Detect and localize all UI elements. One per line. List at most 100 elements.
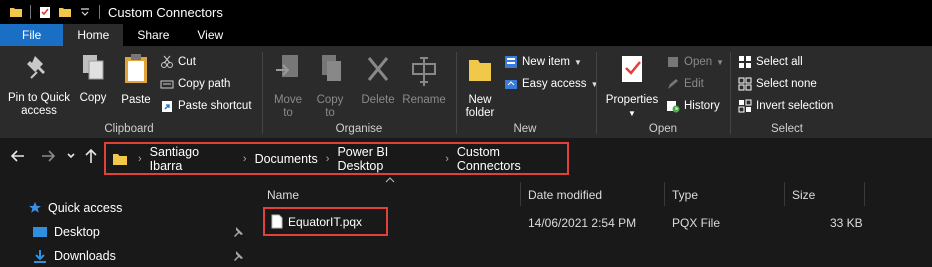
open-button[interactable]: Open ▼ bbox=[666, 52, 724, 72]
select-group-label: Select bbox=[771, 123, 803, 135]
file-size: 33 KB bbox=[830, 216, 863, 230]
customize-toolbar-icon[interactable] bbox=[75, 2, 95, 22]
divider bbox=[730, 52, 731, 134]
nav-item-quick-access[interactable]: Quick access bbox=[28, 198, 122, 218]
edit-label: Edit bbox=[684, 78, 704, 90]
file-icon bbox=[271, 214, 283, 229]
divider bbox=[99, 5, 100, 19]
file-name[interactable]: EquatorIT.pqx bbox=[288, 215, 362, 229]
new-group: New folder New item ▼ Easy access ▼ New bbox=[458, 46, 598, 138]
delete-icon bbox=[358, 52, 398, 90]
quick-access-toolbar bbox=[0, 0, 104, 24]
delete-button[interactable]: Delete bbox=[358, 52, 398, 107]
nav-item-label: Downloads bbox=[54, 249, 116, 263]
tab-share[interactable]: Share bbox=[123, 24, 183, 46]
column-header-date-modified[interactable]: Date modified bbox=[528, 188, 602, 202]
copy-label: Copy bbox=[79, 92, 107, 104]
edit-icon bbox=[666, 77, 680, 91]
edit-button[interactable]: Edit bbox=[666, 74, 704, 94]
download-icon bbox=[32, 249, 48, 263]
breadcrumb-item[interactable]: Santiago Ibarra bbox=[150, 145, 235, 173]
copy-to-button[interactable]: Copy to bbox=[312, 52, 348, 120]
window-title: Custom Connectors bbox=[108, 4, 223, 20]
table-row[interactable]: EquatorIT.pqx bbox=[263, 207, 388, 236]
properties-icon[interactable] bbox=[35, 2, 55, 22]
star-icon bbox=[28, 201, 42, 215]
sort-ascending-icon bbox=[385, 176, 395, 187]
copy-to-icon bbox=[312, 52, 348, 90]
clipboard-group-label: Clipboard bbox=[104, 123, 154, 135]
easy-access-button[interactable]: Easy access ▼ bbox=[504, 74, 598, 94]
breadcrumb-item[interactable]: Power BI Desktop bbox=[337, 145, 437, 173]
easy-access-label: Easy access bbox=[522, 78, 587, 90]
recent-locations-button[interactable] bbox=[66, 148, 76, 169]
divider[interactable] bbox=[520, 182, 521, 206]
divider[interactable] bbox=[864, 182, 865, 206]
new-folder-label-1: New bbox=[468, 94, 492, 106]
nav-item-label: Desktop bbox=[54, 225, 100, 239]
pin-icon[interactable] bbox=[232, 250, 244, 265]
select-group: Select all Select none Invert selection … bbox=[732, 46, 842, 138]
divider[interactable] bbox=[784, 182, 785, 206]
paste-button[interactable]: Paste bbox=[118, 52, 154, 107]
column-header-type[interactable]: Type bbox=[672, 188, 698, 202]
invert-selection-icon bbox=[738, 99, 752, 113]
copy-path-button[interactable]: Copy path bbox=[160, 74, 230, 94]
nav-item-desktop[interactable]: Desktop bbox=[32, 222, 100, 242]
easy-access-icon bbox=[504, 77, 518, 91]
open-icon bbox=[666, 55, 680, 69]
paste-icon bbox=[118, 52, 154, 90]
open-label: Open bbox=[684, 56, 713, 68]
forward-button[interactable] bbox=[40, 148, 56, 169]
file-type: PQX File bbox=[672, 216, 721, 230]
invert-selection-button[interactable]: Invert selection bbox=[738, 96, 833, 116]
rename-button[interactable]: Rename bbox=[402, 52, 446, 107]
pin-label-2: access bbox=[21, 105, 57, 117]
chevron-right-icon: › bbox=[138, 152, 142, 165]
rename-label: Rename bbox=[402, 94, 446, 106]
tab-file[interactable]: File bbox=[0, 24, 64, 46]
breadcrumb-item[interactable]: Documents bbox=[255, 152, 318, 166]
properties-label: Properties bbox=[605, 94, 659, 106]
divider[interactable] bbox=[664, 182, 665, 206]
clipboard-group: Pin to Quick access Copy Paste Cut Copy … bbox=[0, 46, 258, 138]
navigation-pane: Quick access Desktop Downloads bbox=[0, 178, 252, 267]
open-group: Properties ▼ Open ▼ Edit History Open bbox=[598, 46, 728, 138]
back-button[interactable] bbox=[10, 148, 26, 169]
new-folder-icon[interactable] bbox=[55, 2, 75, 22]
move-to-button[interactable]: Move to bbox=[270, 52, 306, 120]
select-none-button[interactable]: Select none bbox=[738, 74, 817, 94]
nav-item-downloads[interactable]: Downloads bbox=[32, 246, 116, 266]
new-folder-button[interactable]: New folder bbox=[462, 52, 498, 120]
paste-shortcut-button[interactable]: Paste shortcut bbox=[160, 96, 252, 116]
tab-home[interactable]: Home bbox=[63, 24, 124, 46]
arrow-left-icon bbox=[10, 150, 24, 162]
column-header-size[interactable]: Size bbox=[792, 188, 815, 202]
folder-icon bbox=[462, 52, 498, 90]
chevron-down-icon: ▼ bbox=[628, 109, 636, 118]
history-button[interactable]: History bbox=[666, 96, 720, 116]
copy-button[interactable]: Copy bbox=[76, 52, 110, 105]
chevron-right-icon: › bbox=[445, 152, 449, 165]
address-bar[interactable]: › Santiago Ibarra › Documents › Power BI… bbox=[104, 142, 569, 175]
move-to-icon bbox=[270, 52, 306, 90]
breadcrumb-item[interactable]: Custom Connectors bbox=[457, 145, 567, 173]
pin-icon[interactable] bbox=[232, 226, 244, 241]
cut-button[interactable]: Cut bbox=[160, 52, 196, 72]
select-all-button[interactable]: Select all bbox=[738, 52, 803, 72]
delete-label: Delete bbox=[361, 94, 395, 106]
copy-path-label: Copy path bbox=[178, 78, 231, 90]
divider bbox=[30, 5, 31, 19]
new-folder-label-2: folder bbox=[465, 107, 495, 119]
paste-shortcut-label: Paste shortcut bbox=[178, 100, 252, 112]
properties-button[interactable]: Properties ▼ bbox=[602, 52, 662, 120]
ribbon-tabs: File Home Share View bbox=[0, 24, 932, 46]
new-item-button[interactable]: New item ▼ bbox=[504, 52, 582, 72]
chevron-down-icon: ▼ bbox=[573, 57, 582, 67]
pin-to-quick-access-button[interactable]: Pin to Quick access bbox=[4, 52, 74, 118]
tab-view[interactable]: View bbox=[183, 24, 237, 46]
up-button[interactable] bbox=[84, 148, 98, 169]
arrow-right-icon bbox=[42, 150, 56, 162]
column-header-name[interactable]: Name bbox=[267, 188, 299, 202]
divider bbox=[456, 52, 457, 134]
